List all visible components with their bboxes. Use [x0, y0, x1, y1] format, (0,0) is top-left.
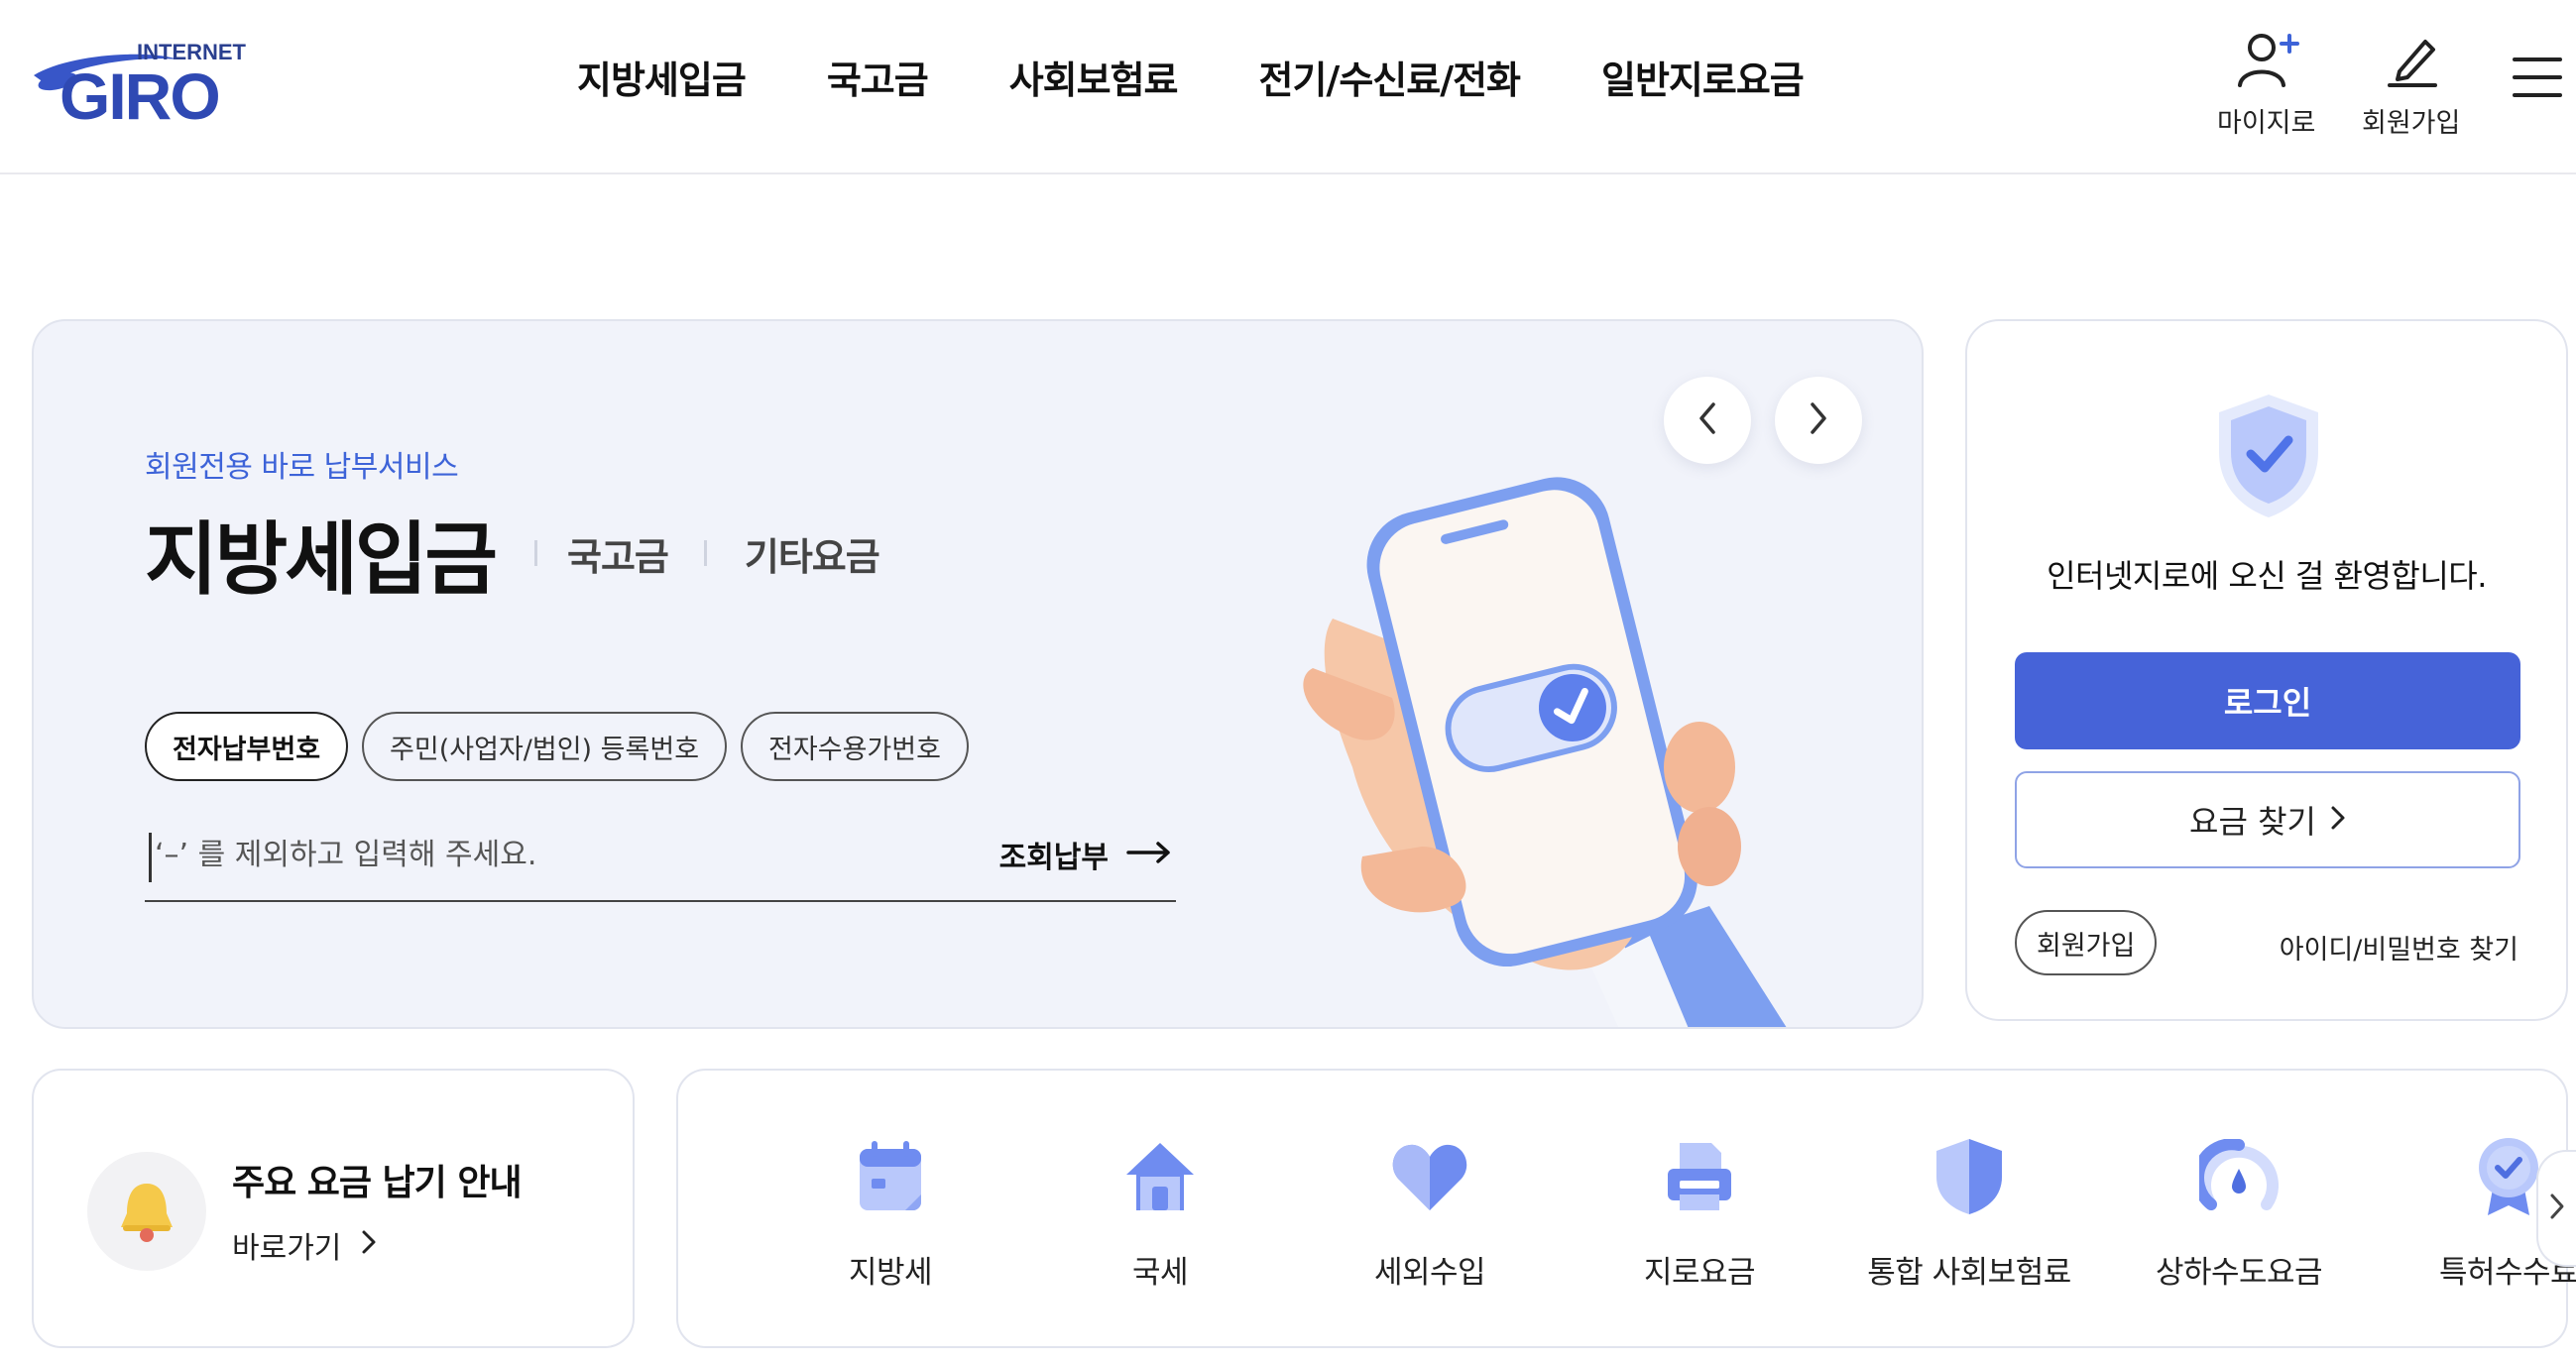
header-signup-label: 회원가입	[2362, 108, 2461, 139]
chip-customer-number[interactable]: 전자수용가번호	[741, 712, 969, 781]
quick-item-non-tax-revenue[interactable]: 세외수입	[1311, 1134, 1549, 1292]
nav-local-tax[interactable]: 지방세입금	[577, 50, 747, 104]
notice-shortcut-label: 바로가기	[232, 1231, 342, 1266]
carousel-prev-button[interactable]	[1664, 377, 1751, 464]
arrow-right-icon	[1126, 838, 1172, 872]
quick-label-local-tax: 지방세	[848, 1255, 933, 1291]
bell-icon	[87, 1152, 206, 1271]
quick-label-non-tax-revenue: 세외수입	[1373, 1255, 1486, 1291]
mygiro-button[interactable]: 마이지로	[2217, 30, 2315, 140]
main-nav: 지방세입금 국고금 사회보험료 전기/수신료/전화 일반지로요금	[577, 50, 1805, 104]
tab-divider	[703, 540, 707, 566]
user-plus-icon	[2232, 30, 2301, 93]
quick-item-social-insurance[interactable]: 통합 사회보험료	[1850, 1134, 2088, 1292]
signup-button[interactable]: 회원가입	[2015, 910, 2158, 975]
quick-menu: 지방세 국세 세외수입 지로요금 통합 사회보험료 상하수도요금 특허수수료	[676, 1069, 2576, 1348]
logo-big-text: GIRO	[59, 59, 219, 125]
chevron-right-icon	[361, 1228, 377, 1263]
phone-illustration	[1293, 470, 1848, 1027]
chevron-right-icon	[2330, 801, 2346, 839]
tab-divider	[534, 540, 537, 566]
nav-social-insurance[interactable]: 사회보험료	[1009, 50, 1179, 104]
quick-item-giro-fee[interactable]: 지로요금	[1581, 1134, 1818, 1292]
welcome-message: 인터넷지로에 오신 걸 환영합니다.	[2047, 557, 2487, 595]
chevron-right-icon	[1807, 400, 1830, 440]
find-id-password-link[interactable]: 아이디/비밀번호 찾기	[2280, 928, 2518, 966]
search-type-chips: 전자납부번호 주민(사업자/법인) 등록번호 전자수용가번호	[145, 712, 969, 781]
carousel-next-button[interactable]	[1775, 377, 1862, 464]
login-card: 인터넷지로에 오신 걸 환영합니다. 로그인 요금 찾기 회원가입 아이디/비밀…	[1965, 319, 2568, 1021]
mygiro-label: 마이지로	[2217, 108, 2316, 139]
tab-national-treasury[interactable]: 국고금	[567, 526, 669, 581]
chevron-left-icon	[1696, 400, 1719, 440]
hamburger-icon[interactable]	[2513, 57, 2562, 101]
shield-icon	[1927, 1134, 2012, 1219]
quick-label-giro-fee: 지로요금	[1643, 1255, 1756, 1291]
giro-logo[interactable]: INTERNET GIRO	[30, 36, 268, 125]
shield-check-icon	[2213, 391, 2324, 525]
site-header: INTERNET GIRO 지방세입금 국고금 사회보험료 전기/수신료/전화 …	[0, 0, 2576, 174]
notice-title: 주요 요금 납기 안내	[232, 1163, 523, 1203]
header-signup-button[interactable]: 회원가입	[2362, 30, 2460, 140]
calendar-icon	[848, 1134, 933, 1219]
nav-electric-tv-phone[interactable]: 전기/수신료/전화	[1259, 50, 1521, 104]
lookup-pay-button[interactable]: 조회납부	[999, 833, 1172, 876]
text-caret	[149, 833, 152, 882]
hero-eyebrow: 회원전용 바로 납부서비스	[145, 450, 459, 485]
quick-label-water-fee: 상하수도요금	[2155, 1255, 2323, 1291]
quick-menu-next-button[interactable]	[2536, 1150, 2576, 1267]
find-fee-label: 요금 찾기	[2189, 803, 2316, 841]
quick-item-water-fee[interactable]: 상하수도요금	[2120, 1134, 2358, 1292]
quick-item-national-tax[interactable]: 국세	[1041, 1134, 1279, 1292]
quick-label-social-insurance: 통합 사회보험료	[1867, 1255, 2071, 1291]
lookup-pay-label: 조회납부	[998, 841, 1109, 875]
payment-search-bar: 조회납부	[145, 811, 1176, 902]
payment-number-input[interactable]	[155, 827, 968, 882]
chip-registration-number[interactable]: 주민(사업자/법인) 등록번호	[362, 712, 728, 781]
tab-local-tax[interactable]: 지방세입금	[145, 496, 498, 611]
printer-icon	[1657, 1134, 1742, 1219]
nav-general-giro[interactable]: 일반지로요금	[1601, 50, 1805, 104]
tab-other-fees[interactable]: 기타요금	[745, 526, 880, 581]
quick-item-local-tax[interactable]: 지방세	[771, 1134, 1009, 1292]
find-fee-button[interactable]: 요금 찾기	[2015, 771, 2520, 868]
chip-electronic-payment-number[interactable]: 전자납부번호	[145, 712, 349, 781]
quick-label-national-tax: 국세	[1131, 1255, 1189, 1291]
nav-national-treasury[interactable]: 국고금	[827, 50, 929, 104]
water-gauge-icon	[2196, 1134, 2282, 1219]
pencil-icon	[2382, 30, 2441, 93]
hero-tabs: 지방세입금 국고금 기타요금	[145, 496, 880, 611]
house-icon	[1117, 1134, 1203, 1219]
heart-icon	[1387, 1134, 1472, 1219]
notice-shortcut-link[interactable]: 바로가기	[232, 1223, 377, 1267]
login-button[interactable]: 로그인	[2015, 652, 2520, 749]
chevron-right-icon	[2549, 1192, 2565, 1225]
due-date-notice-card[interactable]: 주요 요금 납기 안내 바로가기	[32, 1069, 635, 1348]
hero-payment-panel: 회원전용 바로 납부서비스 지방세입금 국고금 기타요금 전자납부번호 주민(사…	[32, 319, 1924, 1029]
